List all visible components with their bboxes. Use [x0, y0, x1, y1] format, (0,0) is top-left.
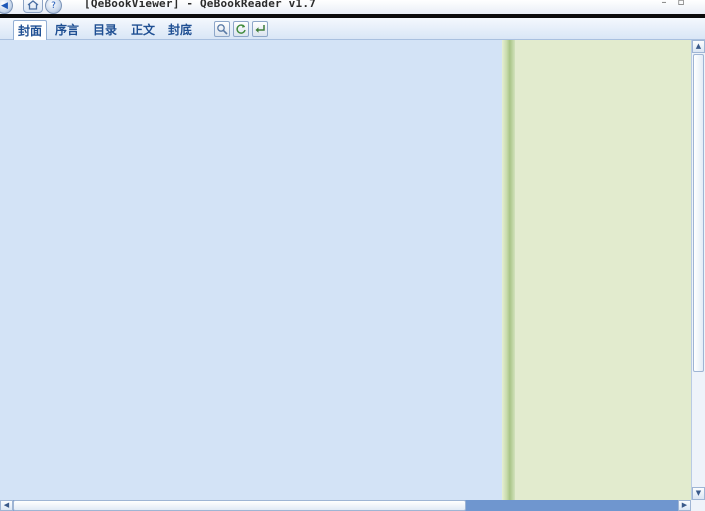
refresh-icon[interactable] [233, 21, 249, 37]
vertical-scrollbar[interactable]: ▲ ▼ [691, 40, 705, 500]
return-icon[interactable] [252, 21, 268, 37]
title-bar: ◀ ? [QeBookViewer] - QeBookReader v1.7 –… [0, 0, 705, 14]
window-title: [QeBookViewer] - QeBookReader v1.7 [84, 0, 316, 10]
home-icon[interactable] [23, 0, 43, 13]
scroll-left-icon[interactable]: ◀ [0, 500, 13, 511]
help-icon[interactable]: ? [45, 0, 62, 14]
scroll-right-icon[interactable]: ▶ [678, 500, 691, 511]
side-panel [515, 40, 691, 500]
restore-icon[interactable]: ▫ [674, 0, 688, 10]
horizontal-scrollbar[interactable]: ◀ ▶ [0, 500, 691, 511]
tab-main-text[interactable]: 正文 [126, 20, 160, 40]
horizontal-scroll-thumb[interactable] [13, 500, 466, 511]
scrollbar-corner [691, 500, 705, 511]
scroll-down-icon[interactable]: ▼ [692, 487, 705, 500]
scroll-up-icon[interactable]: ▲ [692, 40, 705, 53]
tab-preface[interactable]: 序言 [50, 20, 84, 40]
tab-back-cover[interactable]: 封底 [163, 20, 197, 40]
tab-cover[interactable]: 封面 [13, 20, 47, 40]
pane-splitter[interactable] [502, 40, 515, 500]
search-icon[interactable] [214, 21, 230, 37]
minimize-icon[interactable]: – [657, 0, 671, 10]
tab-contents[interactable]: 目录 [88, 20, 122, 40]
cover-view-pane [0, 40, 502, 500]
toolbar: 封面 序言 目录 正文 封底 [0, 18, 705, 40]
vertical-scroll-thumb[interactable] [693, 54, 704, 372]
back-icon[interactable]: ◀ [0, 0, 13, 14]
